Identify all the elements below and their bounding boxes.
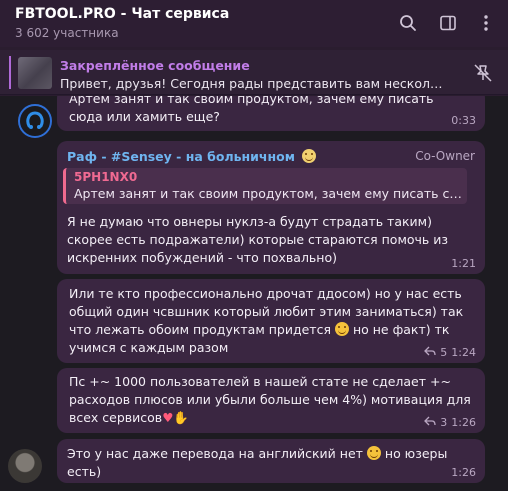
chat-header[interactable]: FBTOOL.PRO - Чат сервиса 3 602 участника: [0, 0, 508, 47]
chat-title[interactable]: FBTOOL.PRO - Чат сервиса: [15, 6, 229, 22]
sender-label: Раф - #Sensey - на больничном: [67, 149, 295, 164]
message-time: 1:21: [451, 257, 476, 270]
search-icon[interactable]: [397, 12, 419, 34]
avatar[interactable]: [18, 104, 52, 138]
pinned-accent-bar: [9, 56, 11, 89]
message-meta[interactable]: 5 1:24: [424, 346, 476, 359]
praying-hands-emoji-icon: ✋: [173, 410, 189, 425]
more-icon[interactable]: [475, 12, 497, 34]
message-text-part: Это у нас даже перевода на английский не…: [67, 446, 363, 461]
sidebar-toggle-icon[interactable]: [437, 12, 459, 34]
sick-face-emoji-icon: [302, 149, 317, 163]
pinned-thumbnail: [18, 57, 52, 89]
message-time: 0:33: [451, 114, 476, 127]
message-time: 1:26: [451, 466, 476, 479]
message-bubble[interactable]: Раф - #Sensey - на больничном Co-Owner Я…: [57, 141, 485, 274]
pinned-message-bar[interactable]: Закреплённое сообщение Привет, друзья! С…: [0, 50, 508, 95]
sparkling-heart-emoji-icon: ♥: [162, 410, 174, 425]
unpin-icon[interactable]: [472, 62, 494, 84]
reply-count[interactable]: 3: [440, 416, 447, 429]
message-text: Это у нас даже перевода на английский не…: [67, 445, 472, 481]
reply-text: Артем занят и так своим продуктом, зачем…: [74, 186, 462, 201]
time-label: 1:21: [451, 257, 476, 270]
message-text: Или те кто профессионально дрочат ддосом…: [69, 285, 474, 357]
grinning-face-emoji-icon: [366, 446, 381, 460]
reply-arrow-icon: [424, 346, 436, 359]
role-badge: Co-Owner: [415, 149, 475, 163]
avatar[interactable]: [8, 449, 42, 483]
time-label: 1:26: [451, 466, 476, 479]
reply-quote[interactable]: 5PH1NX0 Артем занят и так своим продукто…: [63, 168, 467, 204]
reply-author: 5PH1NX0: [74, 170, 138, 184]
reply-arrow-icon: [424, 416, 436, 429]
message-text-part: Пс +~ 1000 пользователей в нашей стате н…: [69, 374, 471, 425]
pinned-label: Закреплённое сообщение: [60, 58, 250, 73]
message-bubble[interactable]: Это у нас даже перевода на английский не…: [57, 439, 485, 483]
message-bubble[interactable]: Артем занят и так своим продуктом, зачем…: [57, 96, 485, 131]
grinning-face-emoji-icon: [334, 322, 349, 336]
reply-count[interactable]: 5: [440, 346, 447, 359]
message-text: Артем занят и так своим продуктом, зачем…: [69, 96, 434, 124]
message-list[interactable]: Артем занят и так своим продуктом, зачем…: [0, 96, 508, 491]
time-label: 1:24: [451, 346, 476, 359]
member-count: 3 602 участника: [15, 26, 119, 40]
pinned-text[interactable]: Привет, друзья! Сегодня рады представить…: [60, 76, 448, 91]
message-meta[interactable]: 3 1:26: [424, 416, 476, 429]
message-text: Я не думаю что овнеры нуклз-а будут стра…: [67, 214, 449, 265]
time-label: 0:33: [451, 114, 476, 127]
message-text: Пс +~ 1000 пользователей в нашей стате н…: [69, 373, 474, 427]
message-bubble[interactable]: Или те кто профессионально дрочат ддосом…: [57, 279, 485, 363]
sender-name[interactable]: Раф - #Sensey - на больничном: [67, 149, 317, 164]
message-bubble[interactable]: Пс +~ 1000 пользователей в нашей стате н…: [57, 368, 485, 433]
time-label: 1:26: [451, 416, 476, 429]
